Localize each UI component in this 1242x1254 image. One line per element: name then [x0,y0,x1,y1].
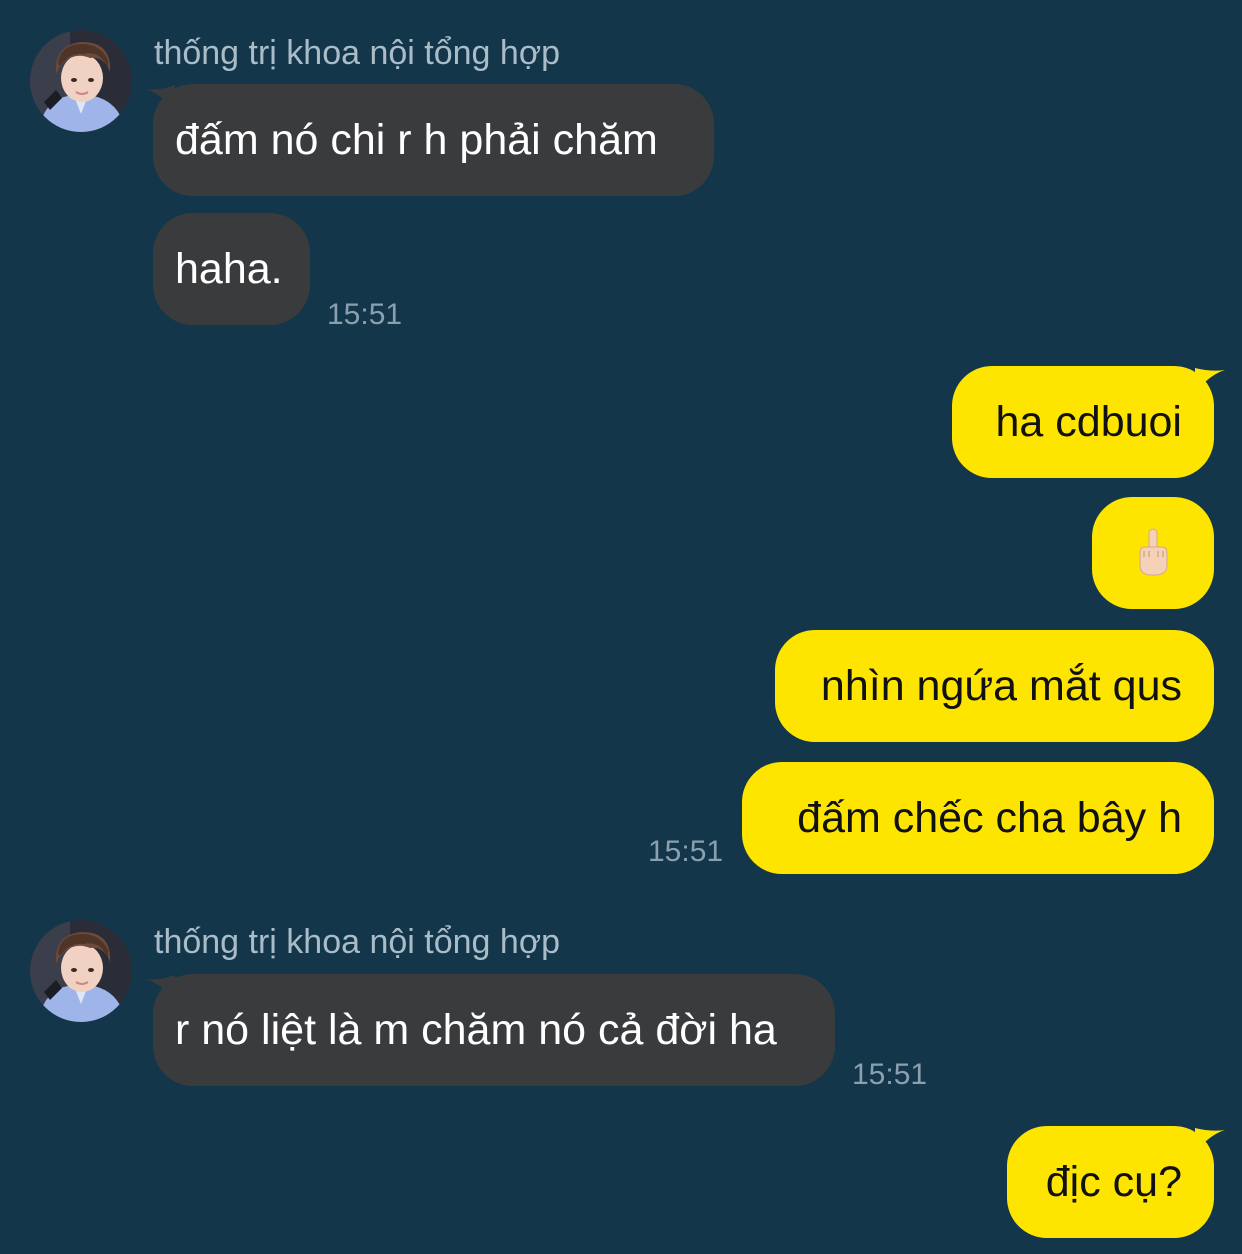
outgoing-message-bubble[interactable]: ha cdbuoi [952,366,1214,478]
sender-avatar[interactable] [30,30,132,132]
outgoing-message-bubble[interactable]: địc cụ? [1007,1126,1214,1238]
avatar-photo-icon [30,30,132,132]
sender-name: thống trị khoa nội tổng hợp [154,34,561,72]
message-timestamp: 15:51 [648,835,724,868]
sender-avatar[interactable] [30,920,132,1022]
middle-finger-emoji-icon [1139,528,1168,576]
incoming-message-bubble[interactable]: đấm nó chi r h phải chăm [153,84,714,196]
outgoing-emoji-bubble[interactable] [1092,497,1214,609]
sender-name: thống trị khoa nội tổng hợp [154,923,561,961]
outgoing-message-bubble[interactable]: đấm chếc cha bây h [742,762,1214,874]
avatar-photo-icon [30,920,132,1022]
incoming-message-bubble[interactable]: r nó liệt là m chăm nó cả đời ha [153,974,835,1086]
outgoing-message-bubble[interactable]: nhìn ngứa mắt qus [775,630,1214,742]
message-timestamp: 15:51 [327,298,403,331]
message-timestamp: 15:51 [852,1058,928,1091]
incoming-message-bubble[interactable]: haha. [153,213,310,325]
